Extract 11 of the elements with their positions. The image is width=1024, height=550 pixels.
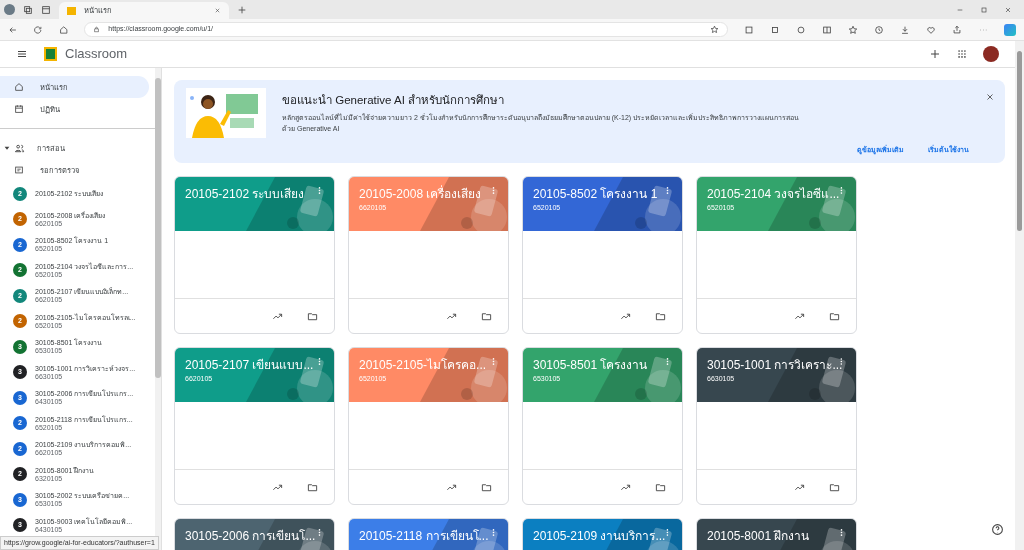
class-card[interactable]: 20105-2109 งานบริการ... [522, 518, 683, 550]
class-title[interactable]: 20105-2104 วงจรไอซีแ... [707, 185, 838, 204]
class-card[interactable]: 20105-8001 ฝึกงาน [696, 518, 857, 550]
class-title[interactable]: 20105-2107 เขียนแบบ... [185, 356, 315, 375]
class-card[interactable]: 20105-2118 การเขียนโ... [348, 518, 509, 550]
app-title[interactable]: Classroom [65, 44, 128, 64]
class-title[interactable]: 20105-8502 โครงงาน 1 [533, 185, 663, 204]
class-title[interactable]: 30105-8501 โครงงาน [533, 356, 663, 375]
class-card[interactable]: 30105-2006 การเขียนโ... [174, 518, 335, 550]
banner-title: ขอแนะนำ Generative AI สำหรับนักการศึกษา [282, 93, 506, 109]
class-card[interactable]: 20105-2102 ระบบเสียง [174, 176, 335, 335]
